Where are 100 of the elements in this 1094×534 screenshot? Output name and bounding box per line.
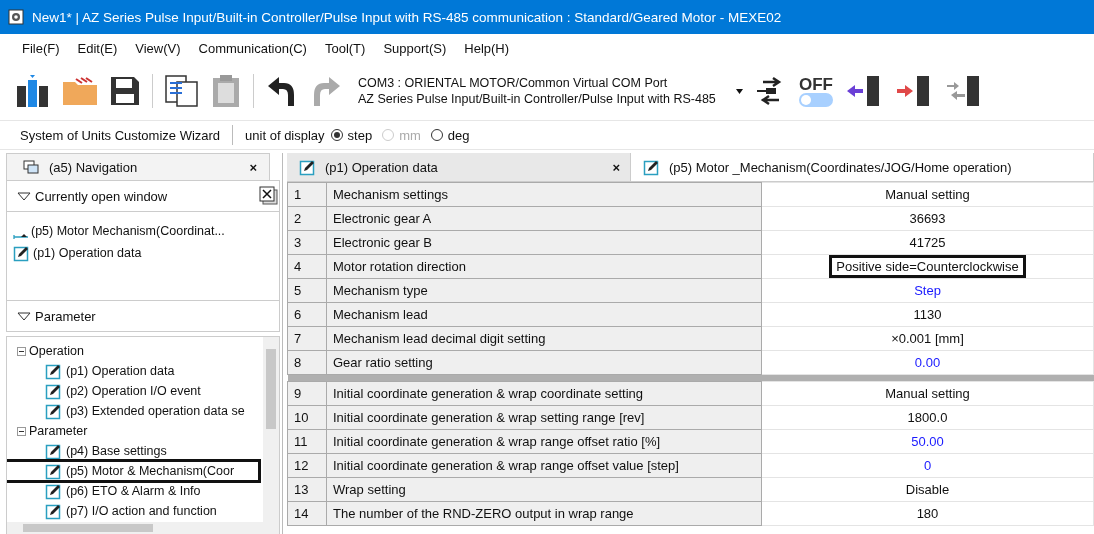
row-number: 7: [287, 326, 327, 351]
collapse-icon: [17, 311, 31, 321]
port-dropdown[interactable]: COM3 : ORIENTAL MOTOR/Common Virtual COM Port AZ Series Pulse Input/Built-in Controller/Pulse Input with RS-485: [354, 75, 743, 107]
tree-item[interactable]: (p6) ETO & Alarm & Info: [7, 481, 263, 501]
edit-icon: [45, 362, 63, 380]
tree-item[interactable]: (p3) Extended operation data se: [7, 401, 263, 421]
edit-icon: [45, 382, 63, 400]
edit-icon: [45, 502, 63, 520]
parameter-name: Mechanism type: [326, 278, 762, 303]
document-tab[interactable]: (p5) Motor _Mechanism(Coordinates/JOG/Home operation): [631, 153, 1094, 181]
parameter-name: The number of the RND-ZERO output in wrap range: [326, 501, 762, 526]
parameter-value[interactable]: Manual setting: [761, 381, 1094, 406]
row-number: 1: [287, 182, 327, 207]
collapse-box-icon[interactable]: [17, 346, 26, 356]
collapse-box-icon[interactable]: [17, 426, 26, 436]
parameter-name: Electronic gear A: [326, 206, 762, 231]
folder-icon[interactable]: [62, 76, 98, 106]
row-number: 8: [287, 350, 327, 375]
app-icon: [8, 9, 24, 25]
row-number: 4: [287, 254, 327, 279]
wizard-link[interactable]: System of Units Customize Wizard: [20, 127, 221, 143]
parameter-value[interactable]: ×0.001 [mm]: [761, 326, 1094, 351]
edit-icon: [45, 462, 63, 480]
edit-icon: [13, 244, 31, 262]
row-number: 13: [287, 477, 327, 502]
menu-item[interactable]: Edit(E): [69, 40, 128, 56]
controller-icon[interactable]: [16, 74, 50, 108]
menu-item[interactable]: Communication(C): [190, 40, 317, 56]
row-number: 6: [287, 302, 327, 327]
edit-icon: [643, 158, 661, 176]
close-button[interactable]: ×: [249, 159, 257, 175]
edit-icon: [45, 482, 63, 500]
highlight-frame: Positive side=Counterclockwise: [832, 258, 1023, 275]
section-header[interactable]: Currently open window: [6, 180, 280, 212]
row-number: 9: [287, 381, 327, 406]
mechanism-icon: [13, 232, 29, 240]
parameter-value[interactable]: 180: [761, 501, 1094, 526]
save-icon[interactable]: [110, 76, 140, 106]
parameter-value[interactable]: Manual setting: [761, 182, 1094, 207]
menu-item[interactable]: Tool(T): [316, 40, 376, 56]
edit-icon: [299, 158, 317, 176]
parameter-value[interactable]: Step: [761, 278, 1094, 303]
tree-item[interactable]: (p7) I/O action and function: [7, 501, 263, 521]
parameter-value[interactable]: Positive side=Counterclockwise: [761, 254, 1094, 279]
parameter-name: Initial coordinate generation & wrap range offset ratio [%]: [326, 429, 762, 454]
close-all-icon[interactable]: [259, 186, 279, 206]
unit-radio[interactable]: deg: [430, 127, 470, 143]
parameter-value[interactable]: 1800.0: [761, 405, 1094, 430]
menu-item[interactable]: Help(H): [456, 40, 520, 56]
open-window-item[interactable]: (p5) Motor Mechanism(Coordinat...: [7, 220, 279, 242]
row-number: 3: [287, 230, 327, 255]
tree-item[interactable]: (p1) Operation data: [7, 361, 263, 381]
parameter-name: Mechanism lead: [326, 302, 762, 327]
row-number: 11: [287, 429, 327, 454]
navigation-tab[interactable]: (a5) Navigation ×: [6, 153, 270, 180]
parameter-value[interactable]: 0: [761, 453, 1094, 478]
scrollbar[interactable]: [263, 337, 279, 522]
edit-icon: [45, 402, 63, 420]
row-number: 12: [287, 453, 327, 478]
menu-item[interactable]: View(V): [127, 40, 191, 56]
parameter-name: Mechanism lead decimal digit setting: [326, 326, 762, 351]
tree-item[interactable]: (p5) Motor & Mechanism(Coor: [7, 461, 259, 481]
row-number: 5: [287, 278, 327, 303]
menu-item[interactable]: File(F): [14, 40, 70, 56]
edit-icon: [45, 442, 63, 460]
collapse-icon: [17, 191, 31, 201]
parameter-name: Mechanism settings: [326, 182, 762, 207]
document-list-icon[interactable]: [165, 74, 199, 108]
windows-icon: [23, 160, 39, 174]
parameter-value[interactable]: 41725: [761, 230, 1094, 255]
parameter-value[interactable]: 0.00: [761, 350, 1094, 375]
tree-item[interactable]: (p2) Operation I/O event: [7, 381, 263, 401]
tree-node[interactable]: Operation: [7, 341, 263, 361]
parameter-name: Gear ratio setting: [326, 350, 762, 375]
scrollbar[interactable]: [7, 522, 279, 534]
row-number: 2: [287, 206, 327, 231]
unit-label: unit of display: [245, 127, 325, 143]
unit-radio[interactable]: step: [330, 127, 373, 143]
row-number: 14: [287, 501, 327, 526]
parameter-value[interactable]: Disable: [761, 477, 1094, 502]
caret-icon: [736, 88, 743, 94]
tree-node[interactable]: Parameter: [7, 421, 263, 441]
parameter-name: Initial coordinate generation & wrap range offset value [step]: [326, 453, 762, 478]
parameter-value[interactable]: 1130: [761, 302, 1094, 327]
menu-item[interactable]: Support(S): [375, 40, 457, 56]
section-header[interactable]: Parameter: [6, 300, 280, 332]
online-toggle[interactable]: OFF: [799, 75, 833, 107]
open-window-item[interactable]: (p1) Operation data: [7, 242, 279, 264]
window-title: New1* | AZ Series Pulse Input/Built-in Controller/Pulse Input with RS-485 communication : Standard/Geared Motor - MEXE02: [32, 9, 782, 25]
row-number: 10: [287, 405, 327, 430]
tree-item[interactable]: (p4) Base settings: [7, 441, 263, 461]
close-button[interactable]: ×: [612, 159, 620, 175]
parameter-name: Motor rotation direction: [326, 254, 762, 279]
clipboard-icon[interactable]: [211, 74, 241, 108]
parameter-name: Initial coordinate generation & wrap setting range [rev]: [326, 405, 762, 430]
parameter-value[interactable]: 50.00: [761, 429, 1094, 454]
parameter-name: Electronic gear B: [326, 230, 762, 255]
parameter-name: Wrap setting: [326, 477, 762, 502]
parameter-value[interactable]: 36693: [761, 206, 1094, 231]
parameter-name: Initial coordinate generation & wrap coordinate setting: [326, 381, 762, 406]
